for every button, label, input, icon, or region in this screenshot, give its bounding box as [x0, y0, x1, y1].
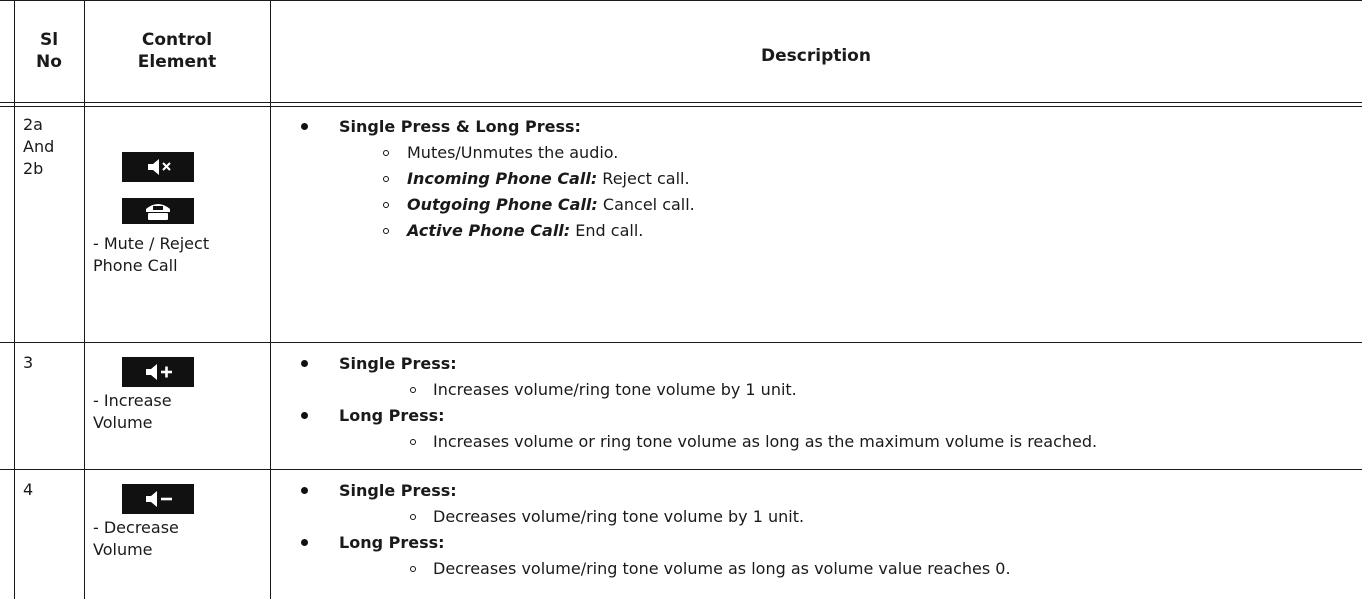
- row-1-item-2-text: Reject call.: [597, 169, 690, 188]
- row-1-control-label: - Mute / Reject Phone Call: [93, 233, 209, 277]
- row-1-item-3: Outgoing Phone Call: Cancel call.: [407, 194, 695, 216]
- volume-down-icon: [122, 484, 194, 514]
- header-divider: [0, 102, 1362, 103]
- row-1-item-4-text: End call.: [570, 221, 644, 240]
- row-1-item-4-label: Active Phone Call:: [407, 221, 571, 240]
- header-description: Description: [270, 45, 1362, 67]
- row-2-control-label: - Increase Volume: [93, 390, 172, 434]
- header-sl-line1: Sl: [39, 30, 59, 50]
- row-2-sub-bullet-2: [410, 439, 416, 445]
- volume-up-icon: [122, 357, 194, 387]
- row-3-bullet-2: [301, 539, 308, 546]
- row-2-bullet-2-item: Increases volume or ring tone volume as …: [433, 432, 1098, 451]
- row-2-bullet-2: [301, 412, 308, 419]
- row-3-sub-bullet-1: [410, 514, 416, 520]
- row-3-control-label-line2: Volume: [93, 540, 153, 559]
- row-1-item-3-text: Cancel call.: [597, 195, 695, 214]
- row-3-control-label: - Decrease Volume: [93, 517, 179, 561]
- row-3-bullet-2-title: Long Press:: [339, 533, 445, 552]
- row-1-sl-line2: And: [23, 137, 55, 156]
- row-divider-2: [0, 469, 1362, 470]
- row-3-bullet-2-item: Decreases volume/ring tone volume as lon…: [433, 559, 1011, 578]
- row-1-item-1-text: Mutes/Unmutes the audio.: [407, 143, 619, 162]
- row-2-control-label-line2: Volume: [93, 413, 153, 432]
- row-1-sub-bullet-1: [383, 150, 389, 156]
- table-border-top: [0, 0, 1362, 1]
- row-1-item-2: Incoming Phone Call: Reject call.: [407, 168, 690, 190]
- row-1-bullet: [301, 123, 308, 130]
- row-1-item-4: Active Phone Call: End call.: [407, 220, 643, 242]
- row-1-bullet-title: Single Press & Long Press:: [339, 117, 581, 136]
- row-2-sl-line1: 3: [23, 353, 34, 372]
- table-border-left: [14, 0, 15, 599]
- row-1-sl-line1: 2a: [23, 115, 43, 134]
- header-control-line1: Control: [141, 30, 213, 50]
- row-1-sl-line3: 2b: [23, 159, 44, 178]
- reject-call-icon: [122, 198, 194, 224]
- row-3-control-label-line1: - Decrease: [93, 518, 179, 537]
- header-sl-line2: No: [36, 52, 62, 72]
- row-1-item-3-label: Outgoing Phone Call:: [407, 195, 598, 214]
- header-divider-double: [0, 106, 1362, 107]
- header-control-line2: Element: [137, 52, 217, 72]
- header-sl-no: Sl No: [14, 29, 84, 73]
- header-description-label: Description: [761, 46, 871, 66]
- row-2-bullet-1-title: Single Press:: [339, 354, 457, 373]
- row-1-control-label-line1: - Mute / Reject: [93, 234, 210, 253]
- row-1-control-label-line2: Phone Call: [93, 256, 178, 275]
- row-1-item-2-label: Incoming Phone Call:: [407, 169, 598, 188]
- row-1-sub-bullet-4: [383, 228, 389, 234]
- column-divider-2: [270, 0, 271, 599]
- row-3-bullet-1-title: Single Press:: [339, 481, 457, 500]
- row-1-sub-bullet-3: [383, 202, 389, 208]
- row-divider-1: [0, 342, 1362, 343]
- row-1-sub-bullet-2: [383, 176, 389, 182]
- control-elements-table: Sl No Control Element Description 2a And…: [0, 0, 1362, 599]
- row-3-sub-bullet-2: [410, 566, 416, 572]
- mute-icon: [122, 152, 194, 182]
- row-3-bullet-1: [301, 487, 308, 494]
- column-divider-1: [84, 0, 85, 599]
- row-3-sl-line1: 4: [23, 480, 34, 499]
- row-3-sl-no: 4: [23, 479, 33, 501]
- row-2-bullet-2-title: Long Press:: [339, 406, 445, 425]
- row-2-sub-bullet-1: [410, 387, 416, 393]
- header-control-element: Control Element: [84, 29, 270, 73]
- row-2-control-label-line1: - Increase: [93, 391, 172, 410]
- row-3-bullet-1-item: Decreases volume/ring tone volume by 1 u…: [433, 507, 805, 526]
- row-2-sl-no: 3: [23, 352, 33, 374]
- row-2-bullet-1-item: Increases volume/ring tone volume by 1 u…: [433, 380, 797, 399]
- row-2-bullet-1: [301, 360, 308, 367]
- row-1-sl-no: 2a And 2b: [23, 114, 54, 180]
